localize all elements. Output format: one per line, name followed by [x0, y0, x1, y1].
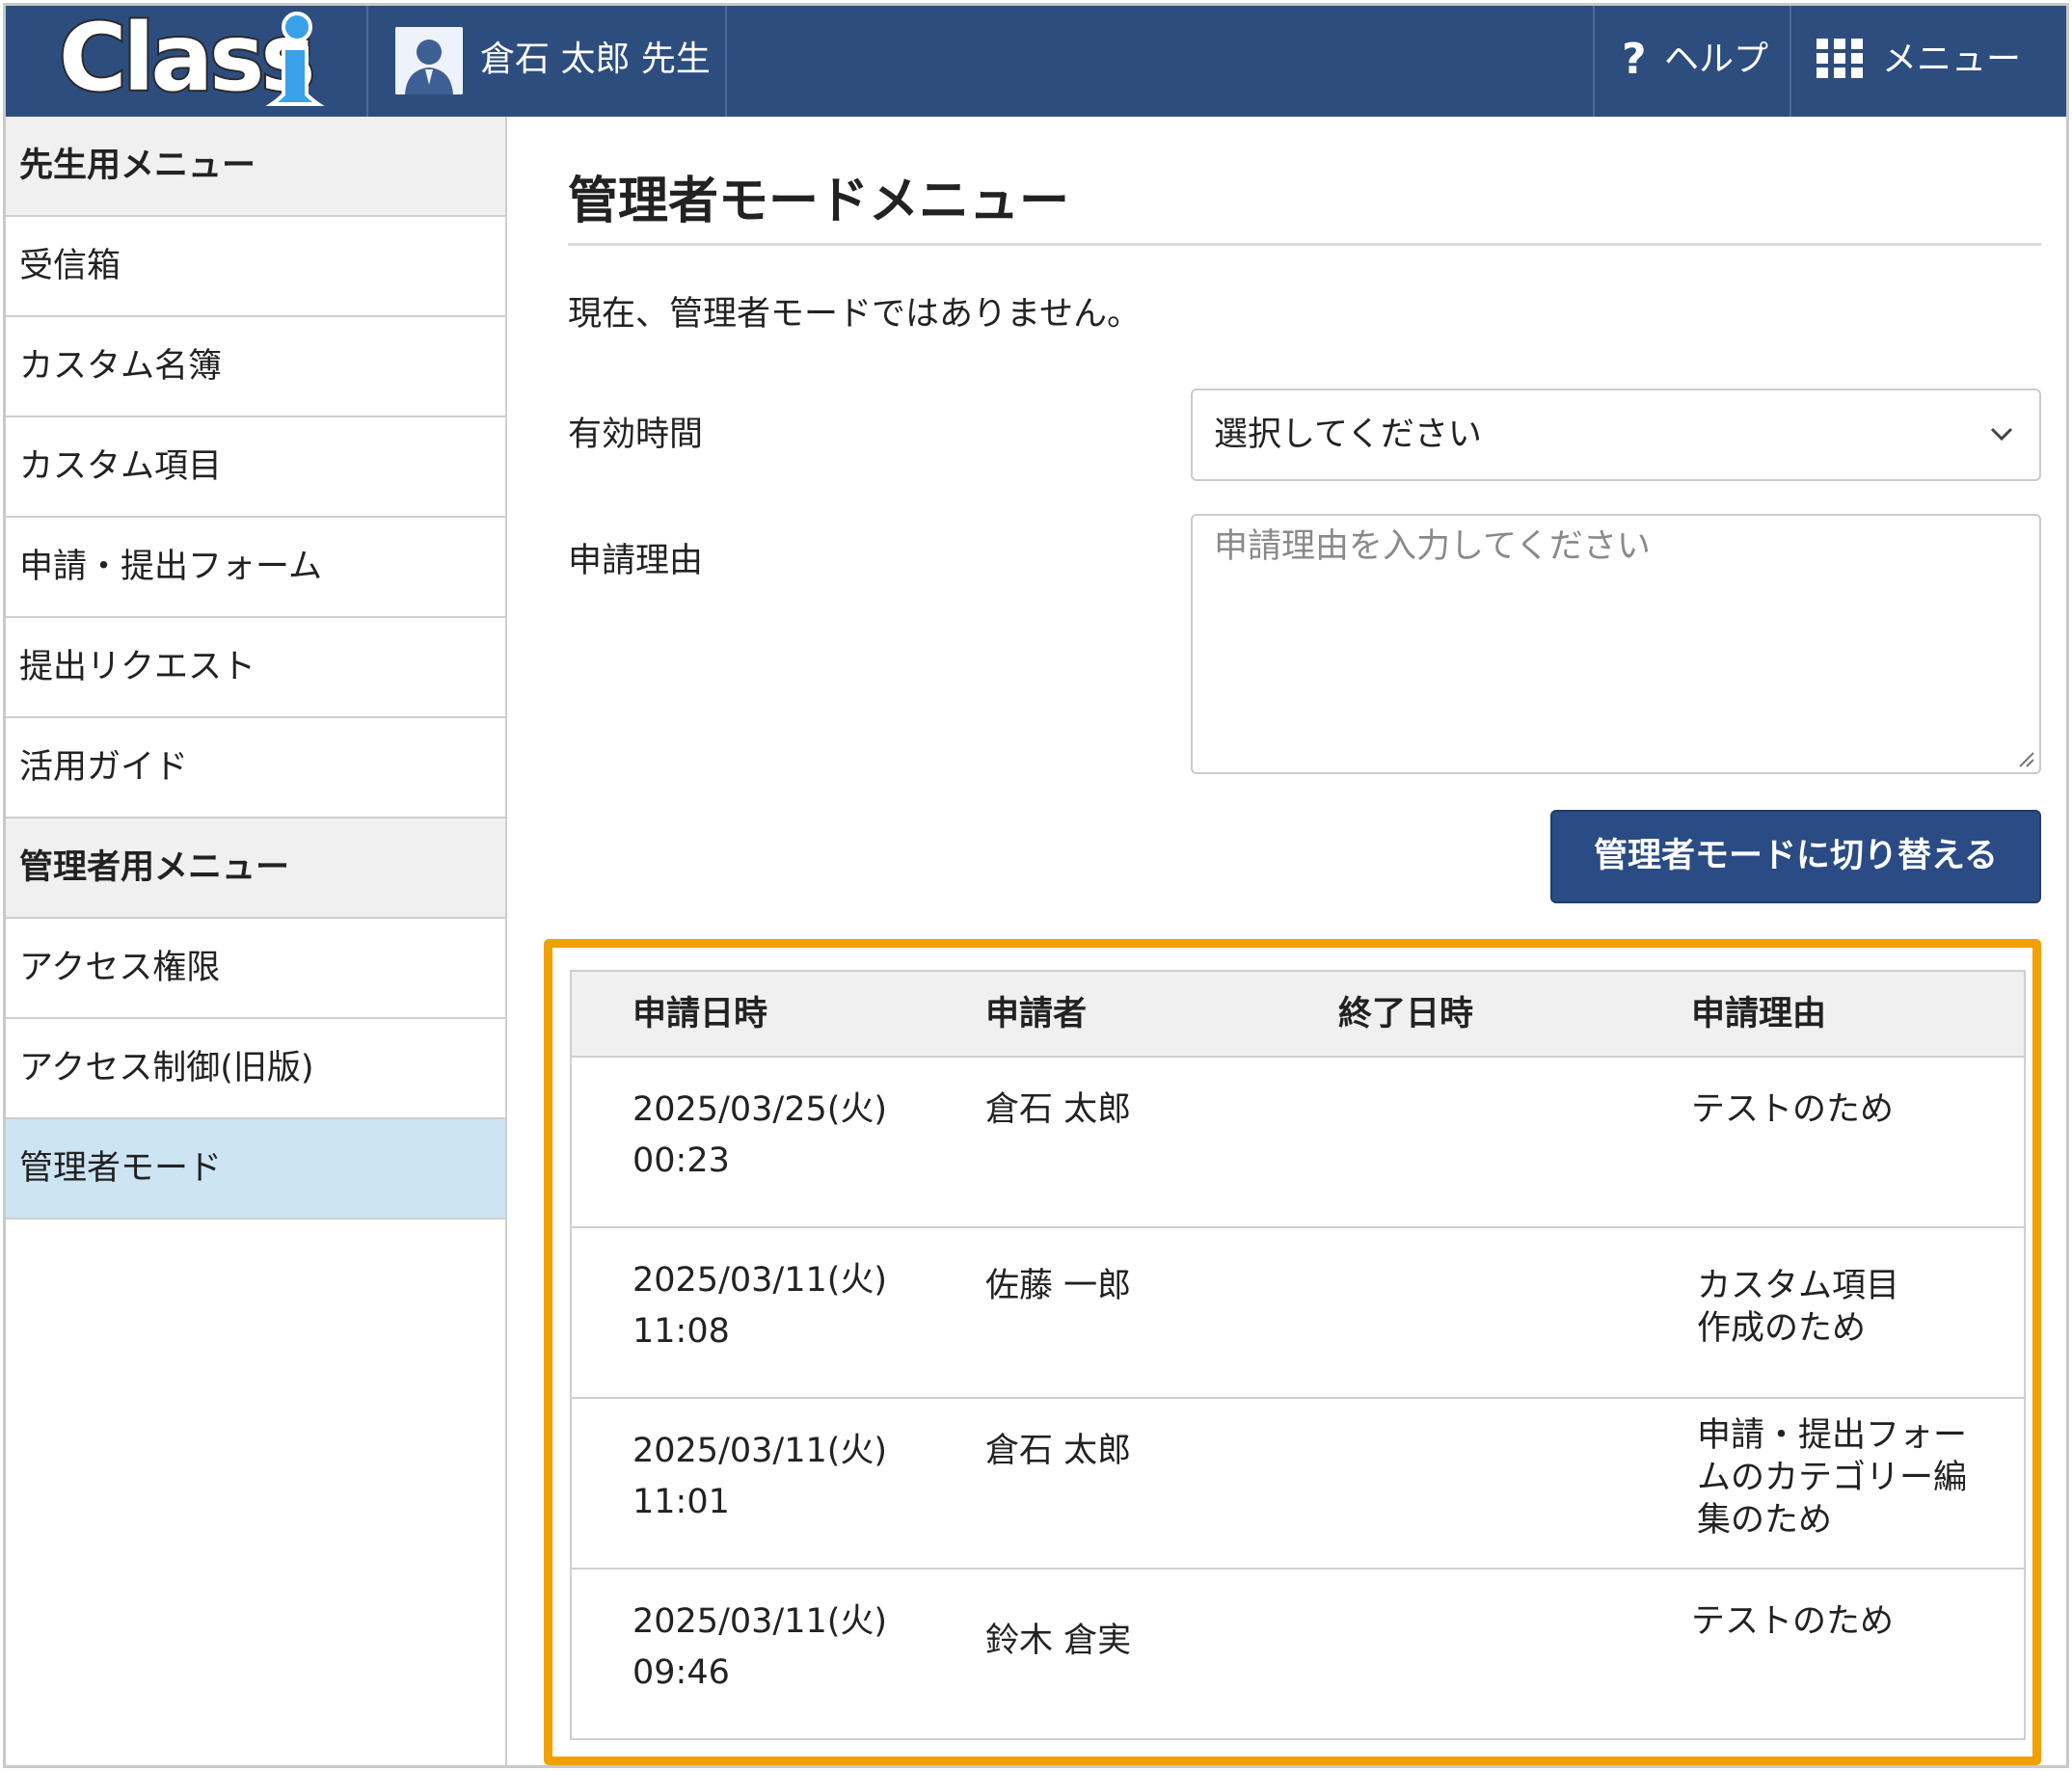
resize-grip-icon[interactable] — [2014, 747, 2035, 768]
sidebar-item-admin-mode[interactable]: 管理者モード — [6, 1119, 505, 1220]
reason-label: 申請理由 — [568, 542, 704, 580]
reason-textarea[interactable]: 申請理由を入力してください — [1191, 514, 2041, 774]
duration-selected-value: 選択してください — [1214, 416, 1482, 454]
sidebar-heading-admin: 管理者用メニュー — [6, 818, 505, 919]
app-window: Class 倉石 太郎 先生 ? ヘルプ メニュー 先生用メニュー 受信箱 カス… — [3, 3, 2069, 1768]
menu-label: メニュー — [1882, 40, 2022, 79]
help-icon: ? — [1622, 35, 1647, 84]
top-header: Class 倉石 太郎 先生 ? ヘルプ メニュー — [6, 6, 2066, 117]
switch-admin-mode-button[interactable]: 管理者モードに切り替える — [1550, 810, 2041, 903]
sidebar-item-submission-requests[interactable]: 提出リクエスト — [6, 618, 505, 718]
logo-i-icon — [265, 12, 325, 106]
grid-menu-icon — [1816, 39, 1863, 78]
global-menu-button[interactable]: メニュー — [1791, 6, 2040, 117]
sidebar-item-custom-roster[interactable]: カスタム名簿 — [6, 317, 505, 417]
admin-mode-status: 現在、管理者モードではありません。 — [568, 295, 1141, 334]
sidebar-item-access-control-legacy[interactable]: アクセス制御(旧版) — [6, 1019, 505, 1119]
sidebar-item-access-rights[interactable]: アクセス権限 — [6, 919, 505, 1019]
sidebar-item-inbox[interactable]: 受信箱 — [6, 217, 505, 317]
reason-placeholder: 申請理由を入力してください — [1214, 527, 1651, 566]
help-button[interactable]: ? ヘルプ — [1593, 6, 1791, 117]
chevron-down-icon — [1990, 427, 2013, 442]
help-label: ヘルプ — [1664, 40, 1769, 79]
table-highlight-annotation — [544, 939, 2041, 1765]
user-avatar-icon — [395, 27, 463, 94]
sidebar-item-guide[interactable]: 活用ガイド — [6, 718, 505, 818]
user-menu[interactable]: 倉石 太郎 先生 — [368, 6, 727, 117]
user-name: 倉石 太郎 先生 — [480, 40, 711, 79]
sidebar: 先生用メニュー 受信箱 カスタム名簿 カスタム項目 申請・提出フォーム 提出リク… — [6, 117, 507, 1765]
logo[interactable]: Class — [6, 6, 368, 117]
sidebar-item-forms[interactable]: 申請・提出フォーム — [6, 518, 505, 618]
sidebar-item-custom-fields[interactable]: カスタム項目 — [6, 417, 505, 518]
sidebar-heading-teacher: 先生用メニュー — [6, 117, 505, 217]
page-title: 管理者モードメニュー — [568, 173, 1070, 230]
duration-label: 有効時間 — [568, 416, 704, 454]
title-divider — [568, 243, 2041, 246]
duration-select[interactable]: 選択してください — [1191, 389, 2041, 481]
